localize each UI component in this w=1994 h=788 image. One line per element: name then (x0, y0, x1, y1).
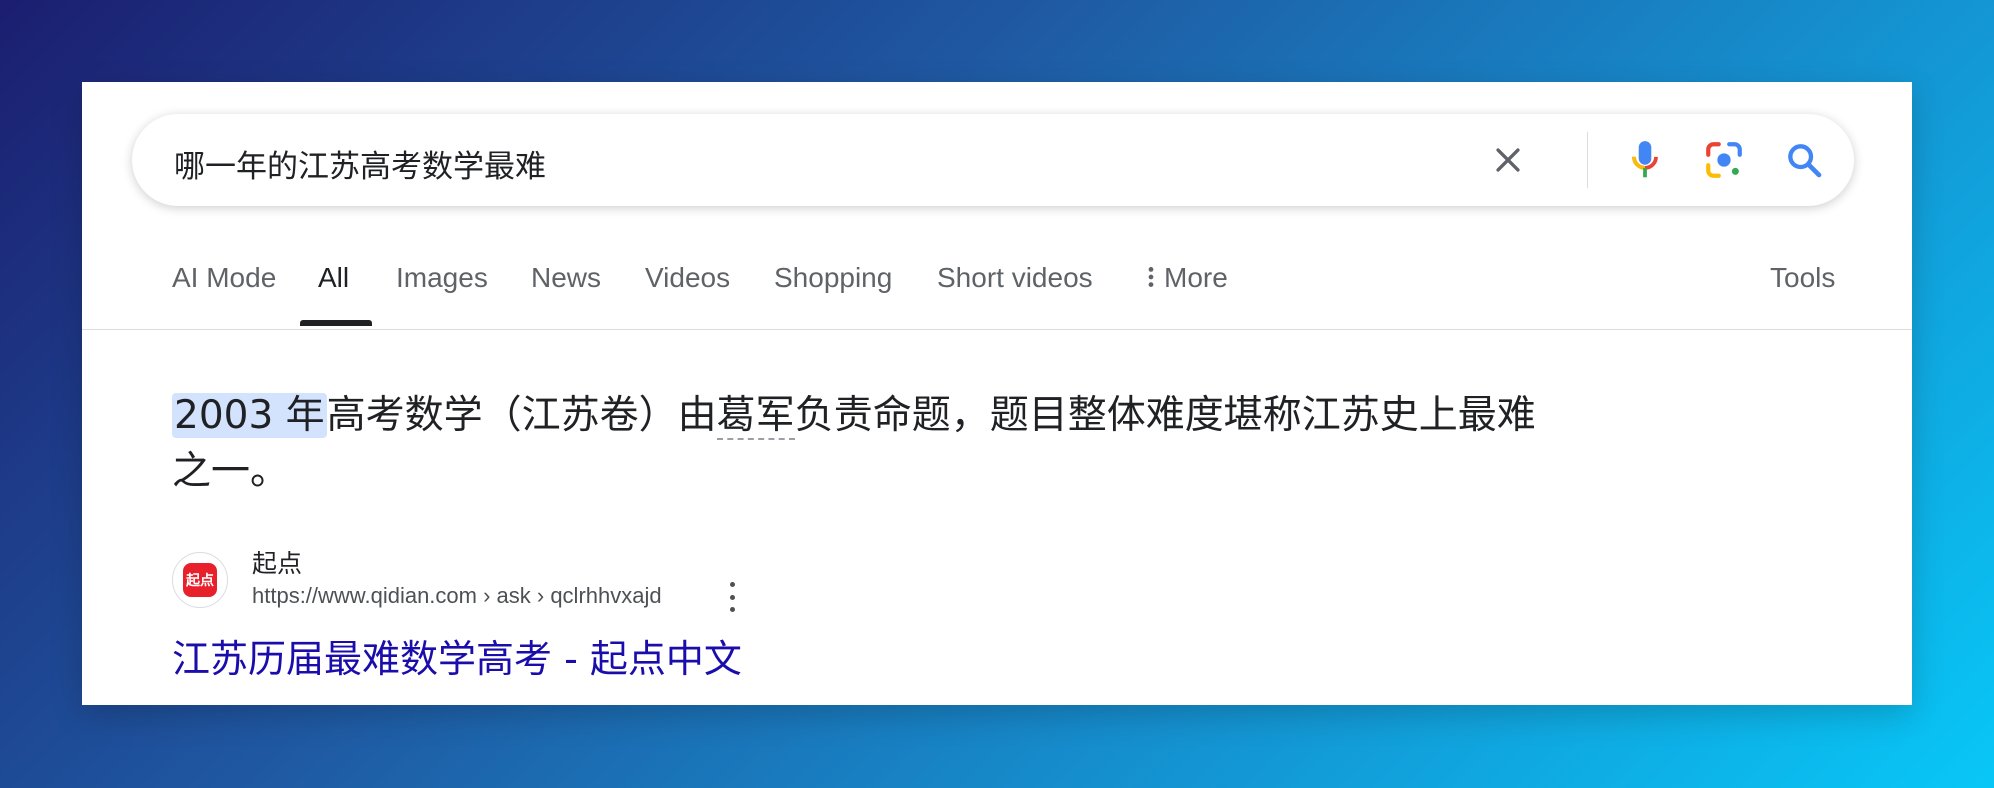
tab-videos[interactable]: Videos (645, 262, 730, 294)
header-divider (82, 329, 1912, 330)
tab-ai-mode[interactable]: AI Mode (172, 262, 276, 294)
active-tab-indicator (300, 320, 372, 326)
microphone-icon[interactable] (1621, 136, 1669, 184)
tab-shopping[interactable]: Shopping (774, 262, 892, 294)
camera-lens-icon[interactable] (1700, 136, 1748, 184)
answer-highlight: 2003 年 (172, 393, 327, 438)
tab-more-label: More (1164, 262, 1228, 293)
tab-images[interactable]: Images (396, 262, 488, 294)
close-icon[interactable] (1484, 136, 1532, 184)
tab-all[interactable]: All (318, 262, 349, 294)
search-icon[interactable] (1780, 136, 1828, 184)
answer-term-link[interactable]: 葛军 (716, 393, 795, 440)
qidian-logo: 起点 (183, 563, 217, 597)
search-bar[interactable]: 哪一年的江苏高考数学最难 (132, 114, 1854, 206)
tab-short-videos[interactable]: Short videos (937, 262, 1093, 294)
search-tabs: AI Mode All Images News Videos Shopping … (82, 262, 1912, 308)
result-menu-icon[interactable] (722, 582, 742, 612)
result-site-name[interactable]: 起点 (252, 544, 302, 580)
search-bar-divider (1587, 132, 1588, 188)
search-input[interactable]: 哪一年的江苏高考数学最难 (174, 141, 546, 186)
result-url[interactable]: https://www.qidian.com › ask › qclrhhvxa… (252, 583, 662, 609)
tab-more[interactable]: More (1146, 262, 1228, 294)
featured-answer: 2003 年高考数学（江苏卷）由葛军负责命题，题目整体难度堪称江苏史上最难之一。 (172, 388, 1552, 500)
tab-news[interactable]: News (531, 262, 601, 294)
site-favicon: 起点 (172, 552, 228, 608)
result-title-link[interactable]: 江苏历届最难数学高考 - 起点中文 (172, 628, 742, 683)
search-results-window: 哪一年的江苏高考数学最难 AI Mode All Images News Vid… (82, 82, 1912, 705)
tools-button[interactable]: Tools (1770, 262, 1835, 294)
answer-text-1: 高考数学（江苏卷）由 (326, 393, 717, 438)
more-vert-icon (1148, 267, 1154, 287)
